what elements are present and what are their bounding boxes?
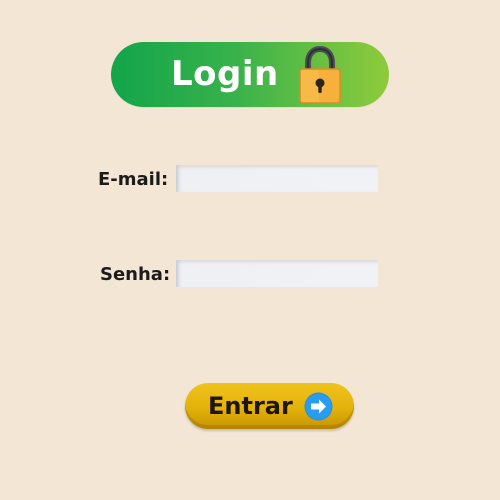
enter-button[interactable]: Entrar <box>185 383 354 429</box>
login-page: Login E-mail: Senha: Entrar <box>0 0 500 500</box>
password-field[interactable] <box>176 260 378 287</box>
enter-button-label: Entrar <box>208 392 293 420</box>
email-label: E-mail: <box>98 169 169 190</box>
login-header: Login <box>111 42 389 107</box>
arrow-right-icon <box>304 392 333 421</box>
lock-icon <box>299 45 341 103</box>
page-title: Login <box>171 54 279 94</box>
password-label: Senha: <box>100 264 171 285</box>
email-field[interactable] <box>176 165 378 192</box>
